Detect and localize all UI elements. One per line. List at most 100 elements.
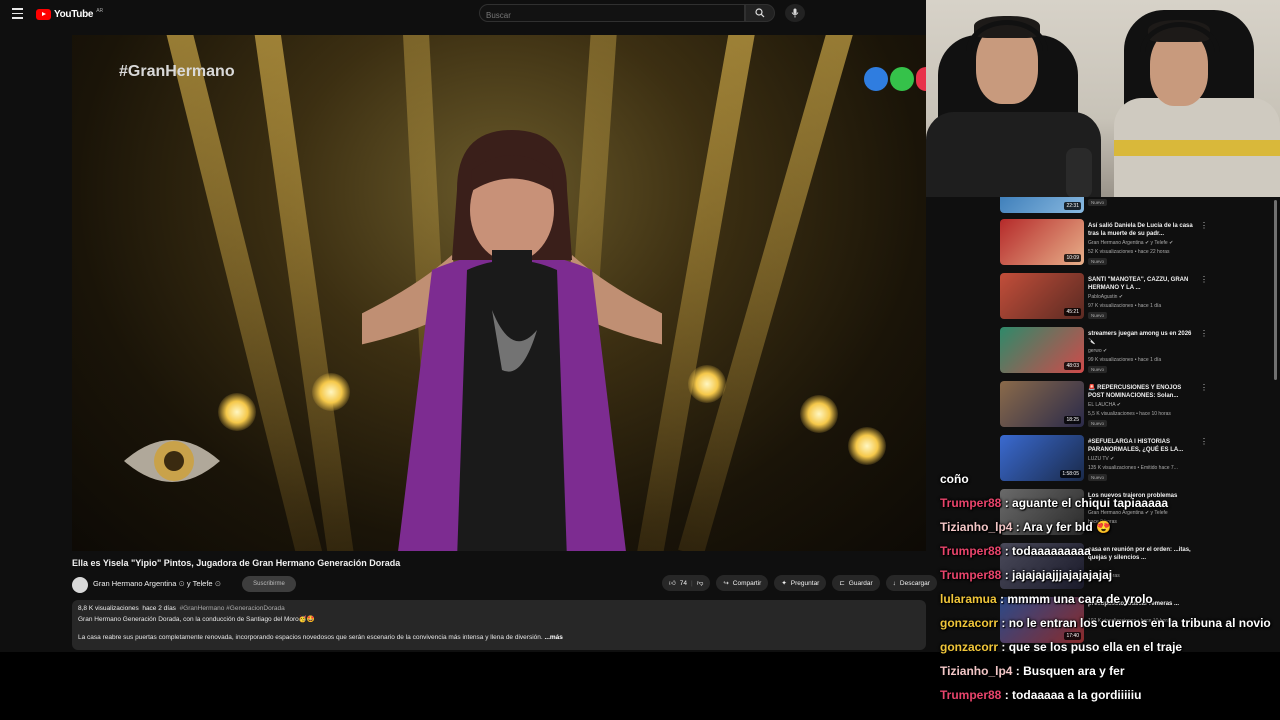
upload-age: hace 2 días xyxy=(142,605,176,612)
recommendation-stats: 5,5 K visualizaciones • hace 10 horas xyxy=(1088,411,1171,417)
subscribe-button[interactable]: Suscribirme xyxy=(242,576,296,592)
like-dislike-button[interactable]: 👍︎ 74 | 👎︎ xyxy=(662,575,711,591)
recommendation-item[interactable]: 45:21 SANTI "MANOTEA", CAZZU, GRAN HERMA… xyxy=(1000,273,1270,327)
duration-badge: 22:31 xyxy=(1064,202,1081,210)
share-button[interactable]: ↪ Compartir xyxy=(716,575,769,591)
recommendation-stats: 52 K visualizaciones • hace 22 horas xyxy=(1088,249,1170,255)
jersey-stripe xyxy=(1114,140,1280,156)
duration-badge: 18:25 xyxy=(1064,416,1081,424)
share-label: Compartir xyxy=(732,579,762,587)
youtube-logo[interactable]: YouTube AR xyxy=(36,7,103,21)
description-box[interactable]: 8,8 K visualizaciones hace 2 días #GranH… xyxy=(72,600,926,650)
download-button[interactable]: ↓ Descargar xyxy=(885,575,937,591)
stage-light-beam xyxy=(252,35,356,551)
recommendation-item[interactable]: 18:25 🚨 REPERCUSIONES Y ENOJOS POST NOMI… xyxy=(1000,381,1270,435)
chat-username: Trumper88 xyxy=(940,688,1002,702)
ask-label: Preguntar xyxy=(790,579,820,587)
recommendation-stats: 97 K visualizaciones • hace 1 día xyxy=(1088,303,1162,309)
recommendation-item[interactable]: 1:58:05 #SEFUELARGA I HISTORIAS PARANORM… xyxy=(1000,435,1270,489)
recommendation-item[interactable]: 22:31 Nuevo xyxy=(1000,197,1270,221)
chat-text: aguante el chiqui tapiaaaaa xyxy=(1012,496,1169,510)
search-button[interactable] xyxy=(745,4,775,22)
save-button[interactable]: ⊏ Guardar xyxy=(832,575,880,591)
more-options-icon[interactable]: ⋮ xyxy=(1200,330,1208,338)
chat-text: no le entran los cuernos en la tribuna a… xyxy=(1008,616,1271,630)
recommendation-channel: LUZU TV ✔ xyxy=(1088,456,1115,462)
search-input[interactable] xyxy=(480,7,726,24)
chat-text: Ara y fer bld 😍 xyxy=(1022,520,1111,534)
chat-text: todaaaaa a la gordiiiiiu xyxy=(1012,688,1142,702)
verified-icon: ⊙ xyxy=(178,579,185,588)
streamer-webcam xyxy=(926,0,1280,197)
chat-text: mmmm una cara de yrolo xyxy=(1007,592,1153,606)
recommendation-channel: EL LAUCHA ✔ xyxy=(1088,402,1121,408)
video-thumbnail: 1:58:05 xyxy=(1000,435,1084,481)
search-icon xyxy=(755,8,765,18)
chat-username: lularamua xyxy=(940,592,997,606)
save-label: Guardar xyxy=(848,579,873,587)
like-count: 74 xyxy=(679,579,688,587)
thumbs-up-icon: 👍︎ xyxy=(669,580,676,587)
logo-region: AR xyxy=(96,7,104,14)
description-text: La casa reabre sus puertas completamente… xyxy=(78,634,543,641)
chat-username: Trumper88 xyxy=(940,568,1002,582)
video-player[interactable]: #GranHermano xyxy=(72,35,926,551)
description-line: Gran Hermano Generación Dorada, con la c… xyxy=(78,616,315,623)
show-more-link[interactable]: ...más xyxy=(544,634,562,641)
more-options-icon[interactable]: ⋮ xyxy=(1200,384,1208,392)
voice-search-button[interactable] xyxy=(785,4,805,22)
contestant-figure xyxy=(362,130,662,551)
video-thumbnail: 48:03 xyxy=(1000,327,1084,373)
recommendation-item[interactable]: 10:09 Así salió Daniela De Lucía de la c… xyxy=(1000,219,1270,273)
channel-avatar[interactable] xyxy=(72,577,88,593)
chat-username: gonzacorr xyxy=(940,616,999,630)
youtube-play-logo-icon xyxy=(36,8,51,20)
video-overlay-hashtag: #GranHermano xyxy=(119,63,235,80)
chat-text: Busquen ara y fer xyxy=(1023,664,1125,678)
ask-button[interactable]: ✦ Preguntar xyxy=(774,575,827,591)
channel-row: Gran Hermano Argentina ⊙ y Telefe ⊙ Susc… xyxy=(72,575,937,593)
video-actions: 👍︎ 74 | 👎︎ ↪ Compartir ✦ Preguntar ⊏ Gua… xyxy=(662,575,937,591)
chat-username: Tizianho_lp4 xyxy=(940,520,1013,534)
chat-text: coño xyxy=(940,472,969,486)
new-badge: Nuevo xyxy=(1088,312,1108,319)
recommendation-title: #SEFUELARGA I HISTORIAS PARANORMALES, ¿Q… xyxy=(1088,439,1184,454)
more-options-icon[interactable]: ⋮ xyxy=(1200,276,1208,284)
new-badge: Nuevo xyxy=(1088,258,1108,265)
video-thumbnail: 45:21 xyxy=(1000,273,1084,319)
hamburger-menu-icon[interactable] xyxy=(12,8,23,19)
recommendation-item[interactable]: 48:03 streamers juegan among us en 2026 … xyxy=(1000,327,1270,381)
chat-text: todaaaaaaaaa xyxy=(1012,544,1091,558)
thumbs-down-icon: 👎︎ xyxy=(696,580,704,587)
headset-icon xyxy=(966,20,1048,83)
more-options-icon[interactable]: ⋮ xyxy=(1200,438,1208,446)
more-options-icon[interactable]: ⋮ xyxy=(1200,222,1208,230)
duration-badge: 17:40 xyxy=(1064,632,1081,640)
recommendation-channel: PabloAgustin ✔ xyxy=(1088,294,1124,300)
recommendation-channel: gerwo ✔ xyxy=(1088,348,1108,354)
stage-spotlight xyxy=(800,395,838,433)
recommendation-channel: Gran Hermano Argentina ✔ y Telefe xyxy=(1088,510,1168,516)
sidebar-scrollbar[interactable] xyxy=(1274,200,1277,380)
stage-spotlight xyxy=(218,393,256,431)
hashtags[interactable]: #GranHermano #GeneracionDorada xyxy=(180,605,285,612)
gran-hermano-eye-logo xyxy=(124,440,220,482)
recommendations-sidebar: 22:31 Nuevo 10:09 Así salió Daniela De L… xyxy=(994,197,1280,652)
chat-username: Trumper88 xyxy=(940,544,1002,558)
telefe-logo xyxy=(864,67,926,91)
video-thumbnail: 10:09 xyxy=(1000,219,1084,265)
video-title: Ella es Yisela "Yipio" Pintos, Jugadora … xyxy=(72,558,401,568)
recommendation-title: SANTI "MANOTEA", CAZZU, GRAN HERMANO Y L… xyxy=(1088,277,1189,292)
recommendation-title: casa en reunión por el orden: ...itas, q… xyxy=(1088,547,1191,562)
recommendation-title: Así salió Daniela De Lucía de la casa tr… xyxy=(1088,223,1193,238)
chat-message: lularamua : mmmm una cara de yrolo xyxy=(940,592,1153,606)
chat-message: Trumper88 : aguante el chiqui tapiaaaaa xyxy=(940,496,1169,510)
stage-spotlight xyxy=(848,427,886,465)
stage-spotlight xyxy=(312,373,350,411)
chat-message: Trumper88 : todaaaaaaaaa xyxy=(940,544,1091,558)
microphone-stand xyxy=(1066,148,1092,197)
channel-name[interactable]: Gran Hermano Argentina ⊙ y Telefe ⊙ xyxy=(93,579,221,588)
new-badge: Nuevo xyxy=(1088,199,1108,206)
sparkle-icon: ✦ xyxy=(781,580,787,587)
verified-icon: ⊙ xyxy=(214,579,221,588)
